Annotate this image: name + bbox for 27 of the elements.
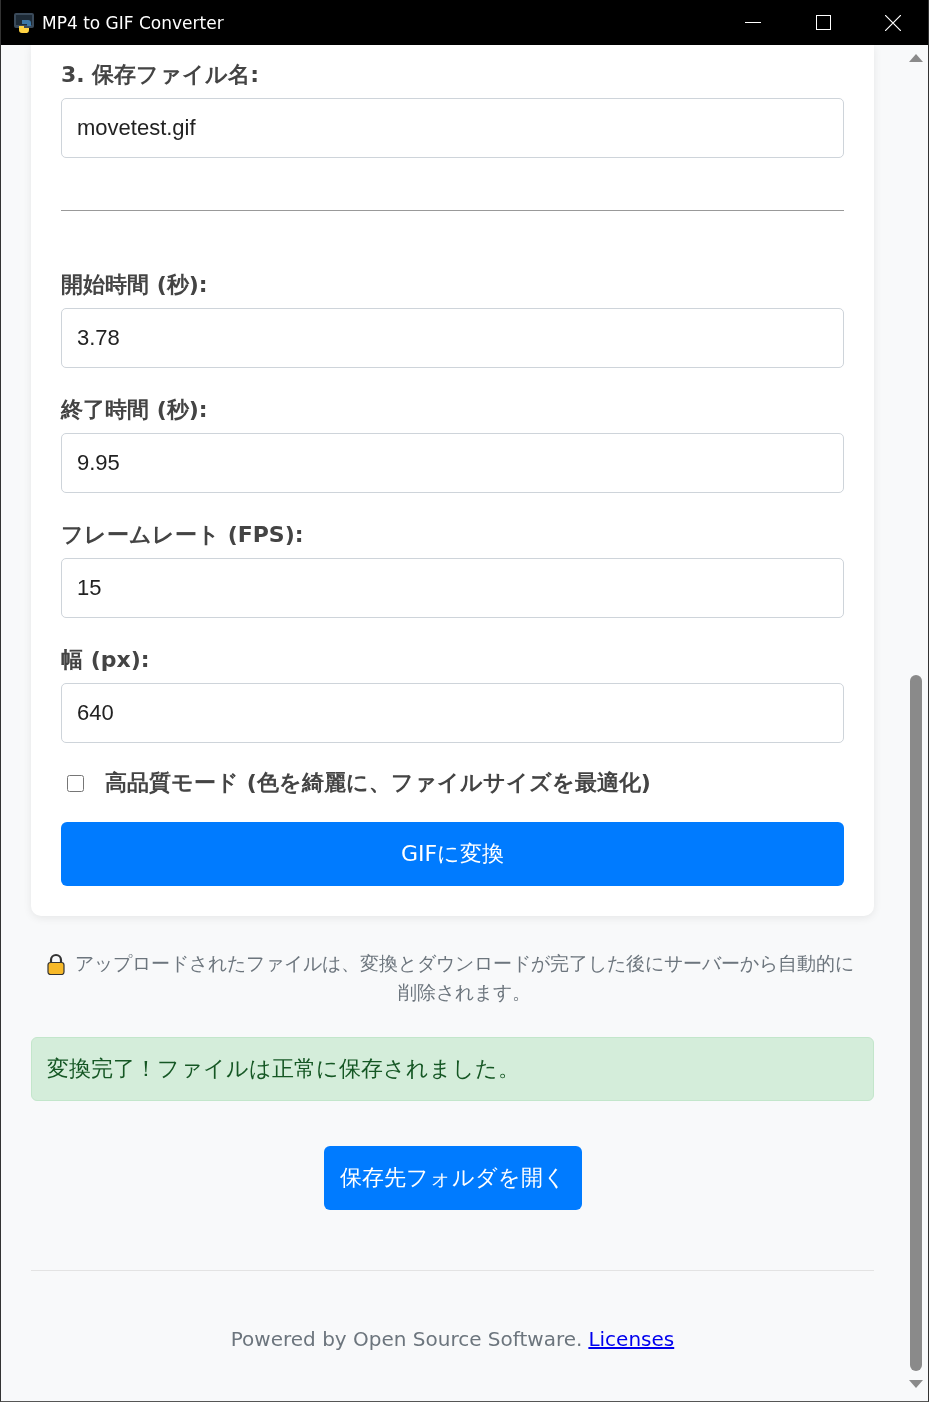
app-icon	[14, 11, 36, 34]
input-field[interactable]: 15	[61, 558, 844, 618]
input-field[interactable]: 9.95	[61, 433, 844, 493]
field-label: 幅 (px):	[61, 647, 151, 673]
window-title: MP4 to GIF Converter	[42, 12, 225, 33]
high-quality-checkbox[interactable]	[67, 774, 84, 792]
field-label: 3. 保存ファイル名:	[61, 62, 261, 88]
notice-text: アップロードされたファイルは、変換とダウンロードが完了した後にサーバーから自動的に削除されます。	[74, 951, 855, 1005]
licenses-link[interactable]: Licenses	[588, 1327, 675, 1351]
minimize-icon	[745, 22, 761, 23]
open-folder-button[interactable]: 保存先フォルダを開く	[323, 1146, 582, 1210]
scroll-down-icon[interactable]	[909, 1380, 923, 1388]
checkbox-label: 高品質モード (色を綺麗に、ファイルサイズを最適化)	[105, 769, 651, 797]
convert-button[interactable]: GIFに変換	[61, 822, 844, 886]
input-field[interactable]: movetest.gif	[61, 98, 844, 158]
field-label: 開始時間 (秒):	[61, 272, 209, 298]
success-alert: 変換完了！ファイルは正常に保存されました。	[31, 1037, 874, 1101]
footer-text: Powered by Open Source Software.	[230, 1327, 583, 1351]
scroll-up-icon[interactable]	[909, 54, 923, 62]
input-field[interactable]: 640	[61, 683, 844, 743]
close-icon	[885, 14, 901, 31]
field-label: 終了時間 (秒):	[61, 397, 209, 423]
lock-icon	[45, 953, 66, 975]
maximize-icon	[815, 15, 831, 30]
field-label: フレームレート (FPS):	[61, 522, 305, 548]
scrollbar-thumb[interactable]	[910, 675, 922, 1371]
input-field[interactable]: 3.78	[61, 308, 844, 368]
